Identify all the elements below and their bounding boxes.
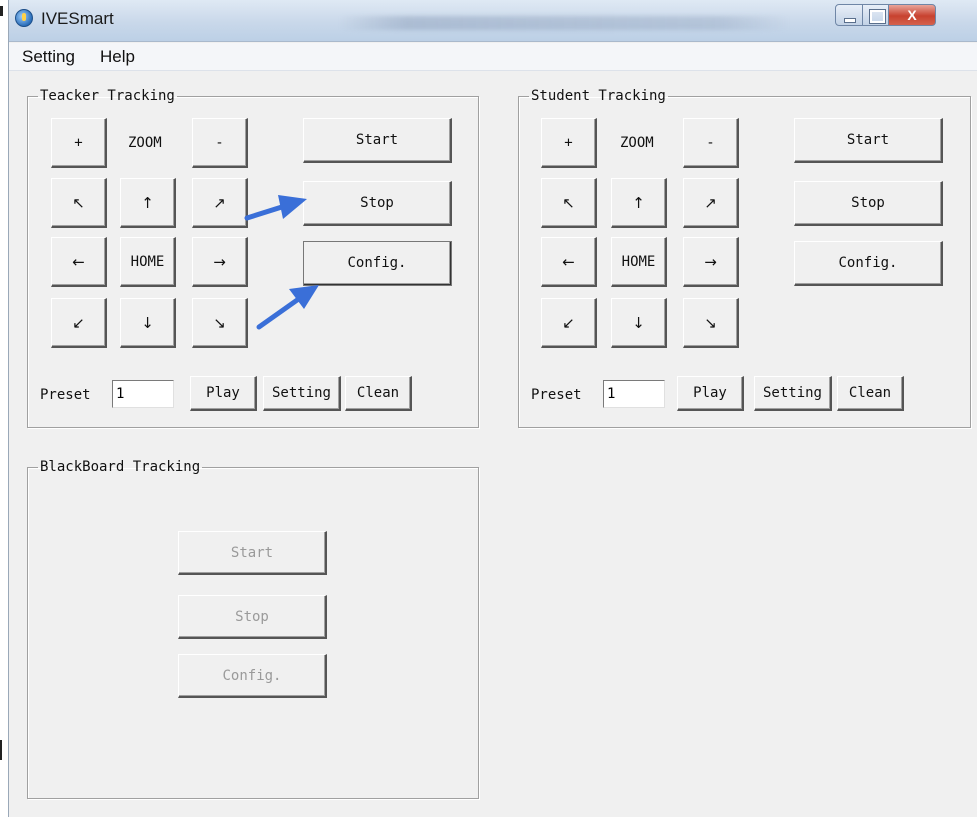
annotation-overlay [244, 195, 319, 330]
screen-edge-mark [0, 740, 2, 760]
annotation-arrow-stop [244, 195, 307, 221]
app-window: IVESmart X Setting Help Teacker Tracking… [8, 0, 977, 817]
screen-edge-mark [0, 6, 3, 16]
annotation-arrow-config [256, 285, 319, 330]
